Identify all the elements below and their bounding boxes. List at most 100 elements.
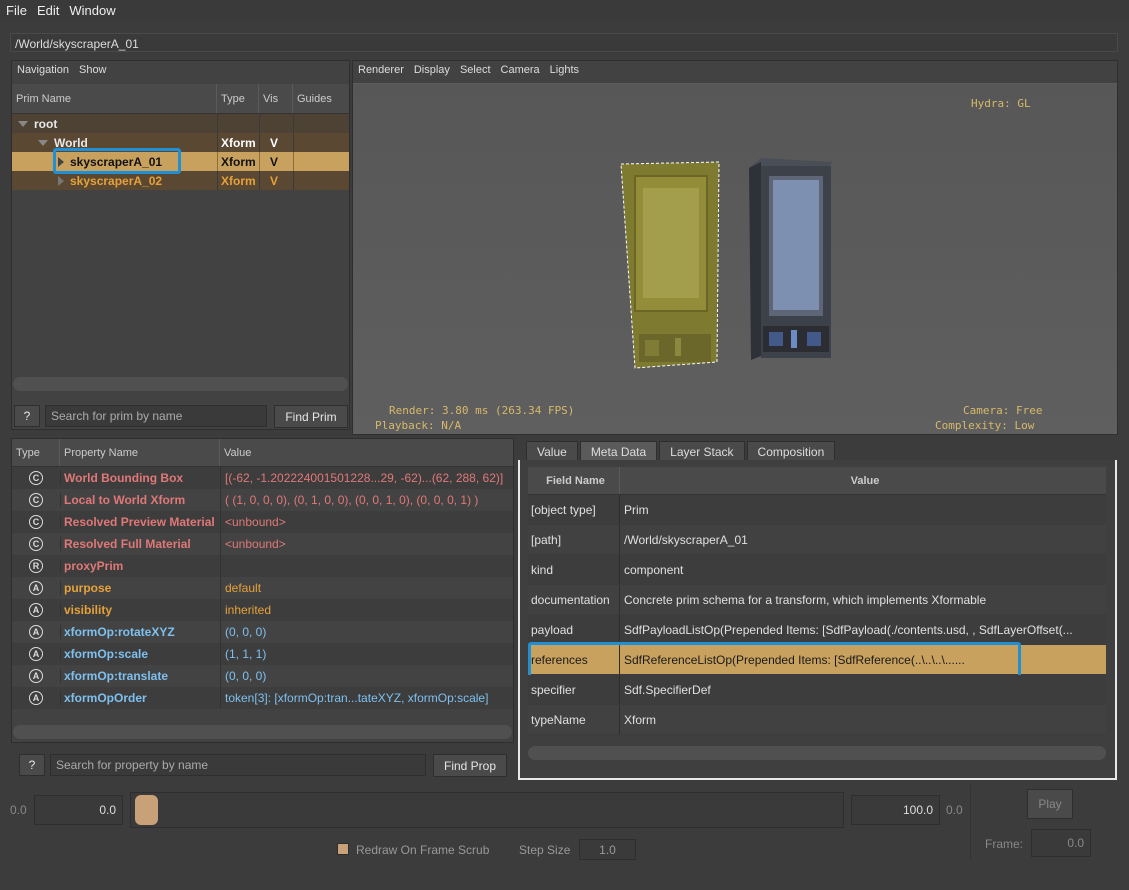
col-field-name[interactable]: Field Name [528, 467, 620, 494]
menu-lights[interactable]: Lights [550, 64, 579, 80]
metadata-field-name: typeName [528, 705, 620, 734]
expand-arrow-icon[interactable] [38, 139, 48, 146]
property-type-cell: A [12, 581, 60, 595]
menu-file[interactable]: File [0, 3, 31, 18]
property-search-input[interactable]: Search for property by name [50, 754, 426, 776]
frame-field[interactable]: 0.0 [1031, 829, 1091, 857]
menu-window[interactable]: Window [63, 3, 119, 18]
tree-row-root[interactable]: root [12, 114, 349, 133]
find-prim-button[interactable]: Find Prim [274, 405, 348, 428]
property-value: <unbound> [220, 511, 513, 533]
expand-arrow-icon[interactable] [58, 175, 64, 186]
frame-value: 0.0 [1067, 836, 1084, 850]
expand-arrow-icon[interactable] [18, 120, 28, 127]
play-button[interactable]: Play [1027, 789, 1073, 819]
step-size-label: Step Size [519, 843, 571, 857]
property-row[interactable]: AxformOp:translate (0, 0, 0) [12, 665, 513, 687]
metadata-row[interactable]: references SdfReferenceListOp(Prepended I… [528, 642, 1106, 678]
tree-row-label: skyscraperA_02 [70, 173, 163, 188]
property-name: Local to World Xform [60, 493, 220, 507]
tree-row-skyscraperA_01[interactable]: skyscraperA_01 Xform V [12, 148, 349, 174]
property-row[interactable]: C Resolved Preview Material <unbound> [12, 511, 513, 533]
metadata-tabs: Value Meta Data Layer Stack Composition [526, 441, 837, 461]
menu-renderer[interactable]: Renderer [358, 64, 404, 80]
menu-camera[interactable]: Camera [501, 64, 540, 80]
metadata-scrollbar[interactable] [528, 746, 1106, 760]
metadata-row[interactable]: [object type] Prim [528, 495, 1106, 525]
building-selected[interactable] [620, 161, 720, 369]
tab-meta-data[interactable]: Meta Data [579, 441, 658, 461]
property-row[interactable]: C World Bounding Box [(-62, -1.20222400150… [12, 467, 513, 489]
metadata-field-name: references [528, 645, 620, 674]
frame-slider[interactable] [130, 792, 844, 828]
tree-row-label: root [34, 116, 58, 131]
scene-geometry[interactable] [613, 156, 853, 376]
property-type-icon: C [29, 537, 43, 551]
tree-body: root World Xform V skyscraperA_01 Xform … [12, 114, 349, 190]
col-type[interactable]: Type [12, 439, 60, 466]
tree-scrollbar[interactable] [13, 377, 348, 391]
property-row[interactable]: RproxyPrim [12, 555, 513, 577]
col-type[interactable]: Type [217, 84, 259, 113]
property-value: token[3]: [xformOp:tran...tateXYZ, xform… [220, 687, 513, 709]
property-name: xformOp:translate [60, 669, 220, 683]
property-row[interactable]: Apurpose default [12, 577, 513, 599]
tree-cell-vis[interactable]: V [259, 171, 293, 190]
property-name: Resolved Preview Material [60, 515, 220, 529]
property-help-button[interactable]: ? [19, 754, 45, 776]
property-row[interactable]: AxformOp:scale (1, 1, 1) [12, 643, 513, 665]
property-type-cell: R [12, 559, 60, 573]
metadata-row[interactable]: payload SdfPayloadListOp(Prepended Items:… [528, 615, 1106, 645]
prim-help-button[interactable]: ? [14, 405, 40, 427]
property-row[interactable]: AxformOp:rotateXYZ (0, 0, 0) [12, 621, 513, 643]
metadata-row[interactable]: typeName Xform [528, 705, 1106, 735]
tab-composition[interactable]: Composition [746, 441, 836, 461]
step-size-field[interactable]: 1.0 [579, 839, 636, 860]
tree-cell-vis[interactable]: V [259, 152, 293, 171]
menu-edit[interactable]: Edit [31, 3, 63, 18]
tab-value[interactable]: Value [526, 441, 578, 461]
timeline-start-label: 0.0 [10, 803, 27, 817]
metadata-value: Concrete prim schema for a transform, wh… [624, 592, 987, 607]
property-name: World Bounding Box [60, 471, 220, 485]
slider-handle[interactable] [135, 795, 158, 825]
start-frame-field[interactable]: 0.0 [34, 795, 123, 825]
col-prim-name[interactable]: Prim Name [12, 84, 217, 113]
metadata-row[interactable]: specifier Sdf.SpecifierDef [528, 675, 1106, 705]
find-property-button[interactable]: Find Prop [433, 754, 507, 777]
metadata-row[interactable]: documentation Concrete prim schema for a … [528, 585, 1106, 615]
menu-display[interactable]: Display [414, 64, 450, 80]
col-vis[interactable]: Vis [259, 84, 293, 113]
menu-navigation[interactable]: Navigation [17, 64, 69, 77]
property-scrollbar[interactable] [13, 725, 512, 739]
metadata-row[interactable]: [path] /World/skyscraperA_01 [528, 525, 1106, 555]
col-guides[interactable]: Guides [293, 84, 349, 113]
redraw-checkbox[interactable] [337, 843, 349, 855]
property-type-cell: A [12, 603, 60, 617]
col-property-name[interactable]: Property Name [60, 439, 220, 466]
metadata-row[interactable]: kind component [528, 555, 1106, 585]
metadata-value: component [624, 562, 684, 577]
tree-cell-type: Xform [217, 133, 259, 152]
menu-show[interactable]: Show [79, 64, 107, 77]
menu-select[interactable]: Select [460, 64, 491, 80]
tree-cell-vis[interactable]: V [259, 133, 293, 152]
metadata-field-name: kind [528, 555, 620, 584]
end-frame-value: 100.0 [902, 803, 933, 817]
property-row[interactable]: Avisibility inherited [12, 599, 513, 621]
col-meta-value[interactable]: Value [620, 467, 1106, 494]
property-type-icon: A [29, 603, 43, 617]
metadata-value: Xform [624, 712, 657, 727]
property-row[interactable]: AxformOpOrder token[3]: [xformOp:tran...t… [12, 687, 513, 709]
building-unselected[interactable] [749, 158, 833, 360]
tab-layer-stack[interactable]: Layer Stack [659, 441, 745, 461]
col-value[interactable]: Value [220, 439, 513, 466]
camera-stats: Camera: Free [963, 404, 1043, 417]
property-row[interactable]: C Local to World Xform( (1, 0, 0, 0), (0,… [12, 489, 513, 511]
metadata-value: SdfPayloadListOp(Prepended Items: [SdfPa… [624, 622, 1073, 637]
end-frame-field[interactable]: 100.0 [851, 795, 940, 825]
property-type-icon: A [29, 647, 43, 661]
prim-search-input[interactable]: Search for prim by name [45, 405, 267, 427]
prim-path-field[interactable]: /World/skyscraperA_01 [10, 33, 1118, 52]
property-row[interactable]: C Resolved Full Material <unbound> [12, 533, 513, 555]
